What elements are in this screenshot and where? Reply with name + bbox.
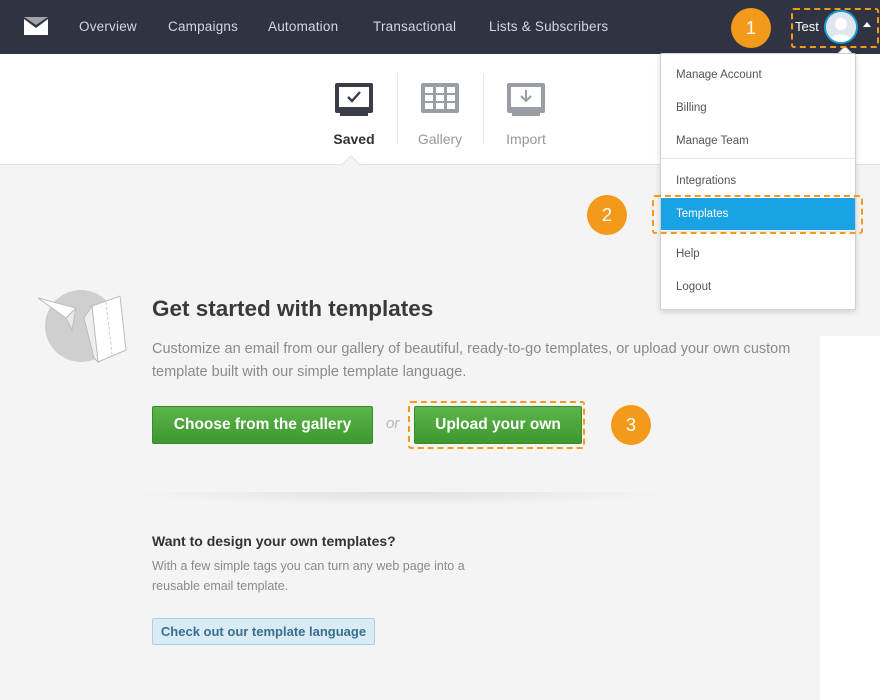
step-badge-2: 2 xyxy=(587,195,627,235)
nav-item-transactional[interactable]: Transactional xyxy=(373,19,456,34)
tab-saved-label: Saved xyxy=(333,131,375,147)
right-white-panel xyxy=(820,336,880,700)
menu-item-manage-account[interactable]: Manage Account xyxy=(661,59,855,91)
nav-item-campaigns[interactable]: Campaigns xyxy=(168,19,238,34)
choose-gallery-button[interactable]: Choose from the gallery xyxy=(152,406,373,444)
tab-gallery[interactable]: Gallery xyxy=(405,82,475,147)
highlight-user-menu xyxy=(791,8,879,48)
menu-item-manage-team[interactable]: Manage Team xyxy=(661,125,855,157)
nav-item-lists-subscribers[interactable]: Lists & Subscribers xyxy=(489,19,608,34)
menu-item-integrations[interactable]: Integrations xyxy=(661,165,855,197)
nav-item-automation[interactable]: Automation xyxy=(268,19,338,34)
tab-import-label: Import xyxy=(506,131,546,147)
menu-item-logout[interactable]: Logout xyxy=(661,271,855,303)
paper-airplane-illustration-icon xyxy=(37,290,127,364)
highlight-templates-item xyxy=(652,195,863,234)
page-title: Get started with templates xyxy=(152,296,434,321)
menu-divider xyxy=(661,158,855,159)
section-divider xyxy=(120,492,680,506)
step-badge-3: 3 xyxy=(611,405,651,445)
menu-item-help[interactable]: Help xyxy=(661,238,855,270)
subnav-divider xyxy=(397,74,398,144)
app-logo-icon[interactable] xyxy=(24,17,48,37)
highlight-upload-button xyxy=(408,401,585,449)
tab-import[interactable]: Import xyxy=(491,82,561,147)
or-separator: or xyxy=(386,415,400,432)
step-badge-1: 1 xyxy=(731,8,771,48)
design-section-title: Want to design your own templates? xyxy=(152,533,396,549)
import-download-icon xyxy=(507,83,545,116)
design-section-description: With a few simple tags you can turn any … xyxy=(152,559,465,593)
tab-gallery-label: Gallery xyxy=(417,131,463,147)
account-dropdown-menu: Manage Account Billing Manage Team Integ… xyxy=(660,53,856,310)
menu-item-billing[interactable]: Billing xyxy=(661,92,855,124)
tab-saved[interactable]: Saved xyxy=(319,82,389,147)
subnav-divider xyxy=(483,74,484,144)
template-language-link-button[interactable]: Check out our template language xyxy=(152,618,375,645)
nav-item-overview[interactable]: Overview xyxy=(79,19,137,34)
saved-templates-icon xyxy=(335,83,373,116)
gallery-grid-icon xyxy=(421,83,459,113)
page-description: Customize an email from our gallery of b… xyxy=(152,341,791,380)
